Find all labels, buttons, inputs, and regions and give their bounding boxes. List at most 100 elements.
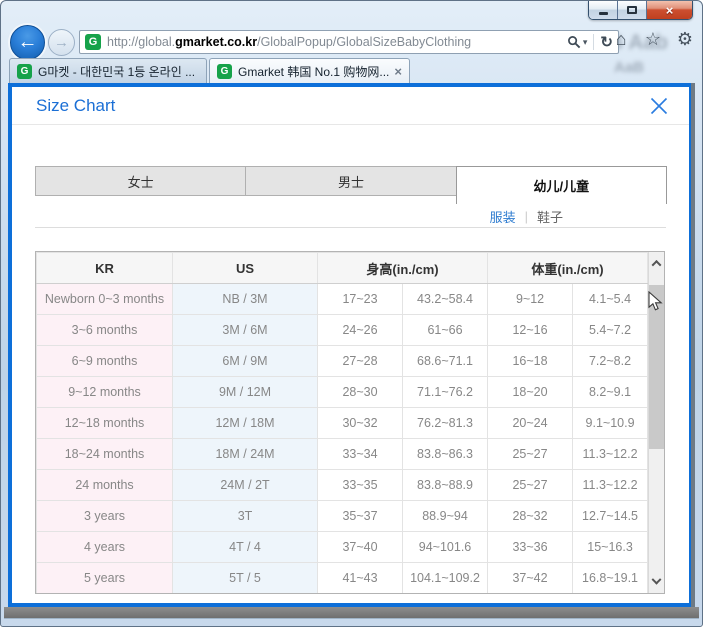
table-cell: 33~36 bbox=[487, 531, 574, 563]
table-cell: 61~66 bbox=[401, 314, 489, 346]
popup-content: 女士 男士 幼儿/儿童 服装 | 鞋子 KR US 身高(in./cm) 体重(… bbox=[12, 166, 689, 594]
search-icon bbox=[567, 35, 581, 48]
table-cell: 9M / 12M bbox=[172, 376, 318, 408]
table-cell: 3~6 months bbox=[36, 314, 173, 346]
close-icon bbox=[650, 97, 668, 114]
subtab-clothing[interactable]: 服装 bbox=[490, 207, 516, 226]
table-cell: 37~40 bbox=[317, 531, 403, 563]
tab-men[interactable]: 男士 bbox=[245, 166, 457, 196]
table-cell: 83.8~88.9 bbox=[401, 469, 489, 501]
popup-close-button[interactable] bbox=[649, 96, 669, 116]
minimize-icon bbox=[598, 12, 608, 15]
table-cell: Newborn 0~3 months bbox=[36, 283, 173, 315]
scrollbar-thumb[interactable] bbox=[649, 285, 664, 449]
window-bottom-frame bbox=[4, 607, 699, 619]
back-button[interactable]: ← bbox=[10, 25, 45, 60]
table-cell: 76.2~81.3 bbox=[401, 407, 489, 439]
size-table: KR US 身高(in./cm) 体重(in./cm) Newborn 0~3 … bbox=[36, 252, 649, 593]
table-cell: 12~16 bbox=[487, 314, 574, 346]
star-icon: ☆ bbox=[644, 29, 662, 49]
table-cell: 17~23 bbox=[317, 283, 403, 315]
table-cell: 18~24 months bbox=[36, 438, 173, 470]
table-header-row: KR US 身高(in./cm) 体重(in./cm) bbox=[36, 252, 649, 284]
table-cell: 8.2~9.1 bbox=[572, 376, 649, 408]
home-button[interactable]: ⌂ bbox=[610, 29, 632, 50]
table-cell: 3M / 6M bbox=[172, 314, 318, 346]
tab-title: G마켓 - 대한민국 1등 온라인 ... bbox=[38, 64, 196, 79]
forward-button[interactable]: → bbox=[48, 29, 75, 56]
tab-kids[interactable]: 幼儿/儿童 bbox=[455, 166, 667, 204]
table-row: Newborn 0~3 months NB / 3M 17~23 43.2~58.4 9… bbox=[36, 283, 649, 315]
table-cell: 12.7~14.5 bbox=[572, 500, 649, 532]
tools-button[interactable]: ⚙ bbox=[674, 29, 696, 50]
search-button[interactable]: ▾ bbox=[564, 32, 591, 52]
scroll-down-button[interactable] bbox=[649, 571, 664, 593]
site-favicon: G bbox=[85, 34, 101, 50]
table-cell: 20~24 bbox=[487, 407, 574, 439]
url-domain: gmarket.co.kr bbox=[175, 35, 258, 49]
table-cell: 33~34 bbox=[317, 438, 403, 470]
url-text[interactable]: http://global.gmarket.co.kr/GlobalPopup/… bbox=[107, 35, 564, 49]
page-title: Size Chart bbox=[36, 95, 116, 115]
close-window-button[interactable]: × bbox=[647, 1, 692, 19]
search-dropdown-caret-icon[interactable]: ▾ bbox=[583, 37, 588, 48]
forward-icon: → bbox=[54, 34, 69, 51]
table-cell: 43.2~58.4 bbox=[401, 283, 489, 315]
table-cell: 12~18 months bbox=[36, 407, 173, 439]
table-row: 6~9 months 6M / 9M 27~28 68.6~71.1 16~18 7.2~… bbox=[36, 345, 649, 377]
table-cell: 4.1~5.4 bbox=[572, 283, 649, 315]
tab-title: Gmarket 韩国 No.1 购物网... bbox=[238, 64, 390, 79]
table-cell: 5 years bbox=[36, 562, 173, 593]
header-height: 身高(in./cm) bbox=[316, 252, 489, 284]
size-chart-popup: Size Chart 女士 男士 幼儿/儿童 服装 | 鞋子 KR US 身高(… bbox=[8, 83, 693, 607]
tab-close-button[interactable]: × bbox=[394, 64, 402, 79]
favorites-button[interactable]: ☆ bbox=[642, 29, 664, 50]
table-scrollbar[interactable] bbox=[648, 252, 664, 593]
tab-favicon: G bbox=[17, 63, 32, 79]
scroll-up-button[interactable] bbox=[649, 252, 664, 274]
table-row: 3~6 months 3M / 6M 24~26 61~66 12~16 5.4~7.2 bbox=[36, 314, 649, 346]
table-cell: 18~20 bbox=[487, 376, 574, 408]
browser-window: × AaB Aab AaB ← → G http://global.gmarke… bbox=[0, 0, 703, 627]
browser-tab-gmarket-cn-active[interactable]: G Gmarket 韩国 No.1 购物网... × bbox=[209, 58, 410, 83]
table-cell: NB / 3M bbox=[172, 283, 318, 315]
table-cell: 16.8~19.1 bbox=[572, 562, 649, 593]
tab-favicon: G bbox=[217, 63, 232, 79]
table-row: 12~18 months 12M / 18M 30~32 76.2~81.3 20~24… bbox=[36, 407, 649, 439]
minimize-button[interactable] bbox=[589, 1, 618, 19]
table-cell: 7.2~8.2 bbox=[572, 345, 649, 377]
table-cell: 94~101.6 bbox=[401, 531, 489, 563]
table-row: 9~12 months 9M / 12M 28~30 71.1~76.2 18~20 8.… bbox=[36, 376, 649, 408]
table-row: 24 months 24M / 2T 33~35 83.8~88.9 25~27 11.3… bbox=[36, 469, 649, 501]
close-window-icon: × bbox=[665, 2, 674, 18]
table-cell: 5.4~7.2 bbox=[572, 314, 649, 346]
table-cell: 25~27 bbox=[487, 438, 574, 470]
table-cell: 9.1~10.9 bbox=[572, 407, 649, 439]
sub-tabs: 服装 | 鞋子 bbox=[35, 206, 666, 226]
table-row: 5 years 5T / 5 41~43 104.1~109.2 37~42 16.8~1… bbox=[36, 562, 649, 593]
category-tabs: 女士 男士 幼儿/儿童 bbox=[35, 166, 667, 204]
title-bar[interactable]: × bbox=[1, 1, 702, 29]
table-cell: 41~43 bbox=[317, 562, 403, 593]
back-icon: ← bbox=[17, 31, 38, 53]
table-cell: 33~35 bbox=[317, 469, 403, 501]
navigation-bar: ← → G http://global.gmarket.co.kr/Global… bbox=[1, 25, 702, 60]
tab-women[interactable]: 女士 bbox=[35, 166, 247, 196]
window-inner-shadow bbox=[691, 83, 695, 619]
table-row: 18~24 months 18M / 24M 33~34 83.8~86.3 25~27… bbox=[36, 438, 649, 470]
browser-tab-gmarket-kr[interactable]: G G마켓 - 대한민국 1등 온라인 ... bbox=[9, 58, 207, 83]
chevron-up-icon bbox=[651, 259, 662, 270]
table-cell: 28~30 bbox=[317, 376, 403, 408]
table-cell: 4 years bbox=[36, 531, 173, 563]
divider bbox=[35, 227, 666, 228]
gear-icon: ⚙ bbox=[676, 29, 694, 49]
maximize-button[interactable] bbox=[618, 1, 647, 19]
table-row: 4 years 4T / 4 37~40 94~101.6 33~36 15~16.3 bbox=[36, 531, 649, 563]
subtab-separator: | bbox=[524, 208, 528, 224]
table-cell: 3 years bbox=[36, 500, 173, 532]
subtab-shoes[interactable]: 鞋子 bbox=[537, 207, 563, 226]
table-cell: 104.1~109.2 bbox=[401, 562, 489, 593]
table-cell: 3T bbox=[172, 500, 318, 532]
table-cell: 18M / 24M bbox=[172, 438, 318, 470]
address-bar[interactable]: G http://global.gmarket.co.kr/GlobalPopu… bbox=[79, 30, 619, 54]
